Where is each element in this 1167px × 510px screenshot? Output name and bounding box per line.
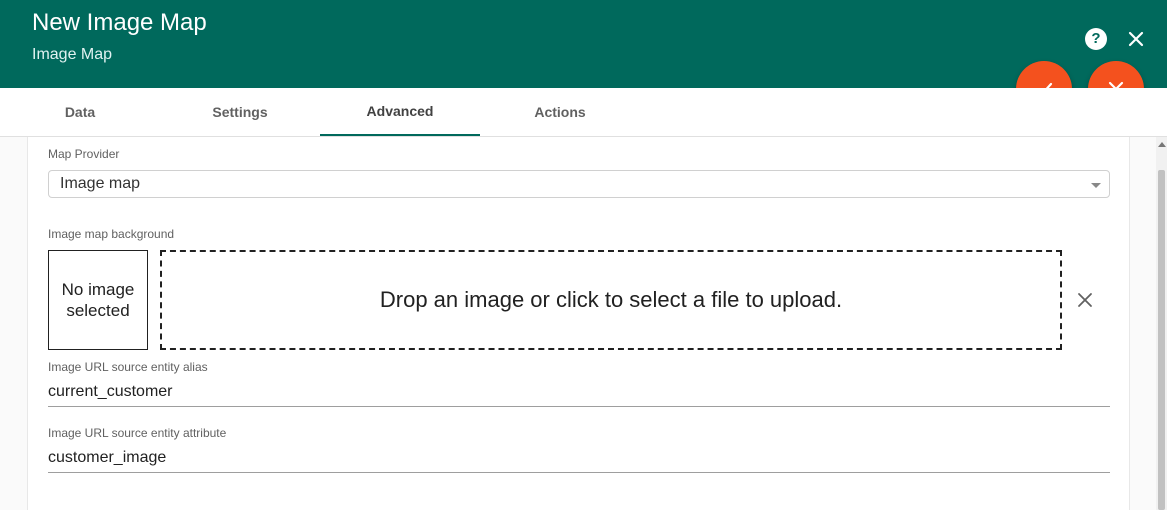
image-preview: No image selected [48, 250, 148, 350]
entity-alias-field[interactable]: current_customer [48, 381, 1110, 407]
chevron-down-icon [1091, 183, 1101, 188]
entity-alias-label: Image URL source entity alias [48, 360, 208, 374]
help-icon: ? [1091, 30, 1101, 47]
tab-actions[interactable]: Actions [480, 88, 640, 136]
tab-data[interactable]: Data [0, 88, 160, 136]
background-label: Image map background [48, 227, 175, 241]
content-area: Map Provider Image map Image map backgro… [0, 137, 1156, 510]
dialog-title: New Image Map [32, 9, 207, 36]
clear-image-button[interactable] [1076, 291, 1094, 309]
scroll-thumb[interactable] [1158, 170, 1165, 510]
map-provider-value: Image map [60, 175, 141, 192]
map-provider-select[interactable]: Image map [48, 170, 1110, 198]
settings-panel: Map Provider Image map Image map backgro… [27, 137, 1130, 510]
tab-advanced[interactable]: Advanced [320, 88, 480, 136]
close-icon [1078, 293, 1092, 307]
dialog-header: New Image Map Image Map ? [0, 0, 1167, 88]
tab-bar: Data Settings Advanced Actions [0, 88, 1167, 137]
image-dropzone[interactable]: Drop an image or click to select a file … [160, 250, 1062, 350]
dialog-subtitle: Image Map [32, 46, 113, 63]
map-provider-label: Map Provider [48, 147, 120, 161]
close-icon [1128, 31, 1144, 47]
vertical-scrollbar[interactable] [1156, 137, 1167, 510]
close-dialog-button[interactable] [1125, 28, 1147, 50]
tab-settings[interactable]: Settings [160, 88, 320, 136]
entity-attribute-label: Image URL source entity attribute [48, 426, 227, 440]
help-button[interactable]: ? [1085, 28, 1107, 50]
entity-attribute-field[interactable]: customer_image [48, 447, 1110, 473]
scroll-up-arrow-icon[interactable] [1158, 142, 1166, 147]
